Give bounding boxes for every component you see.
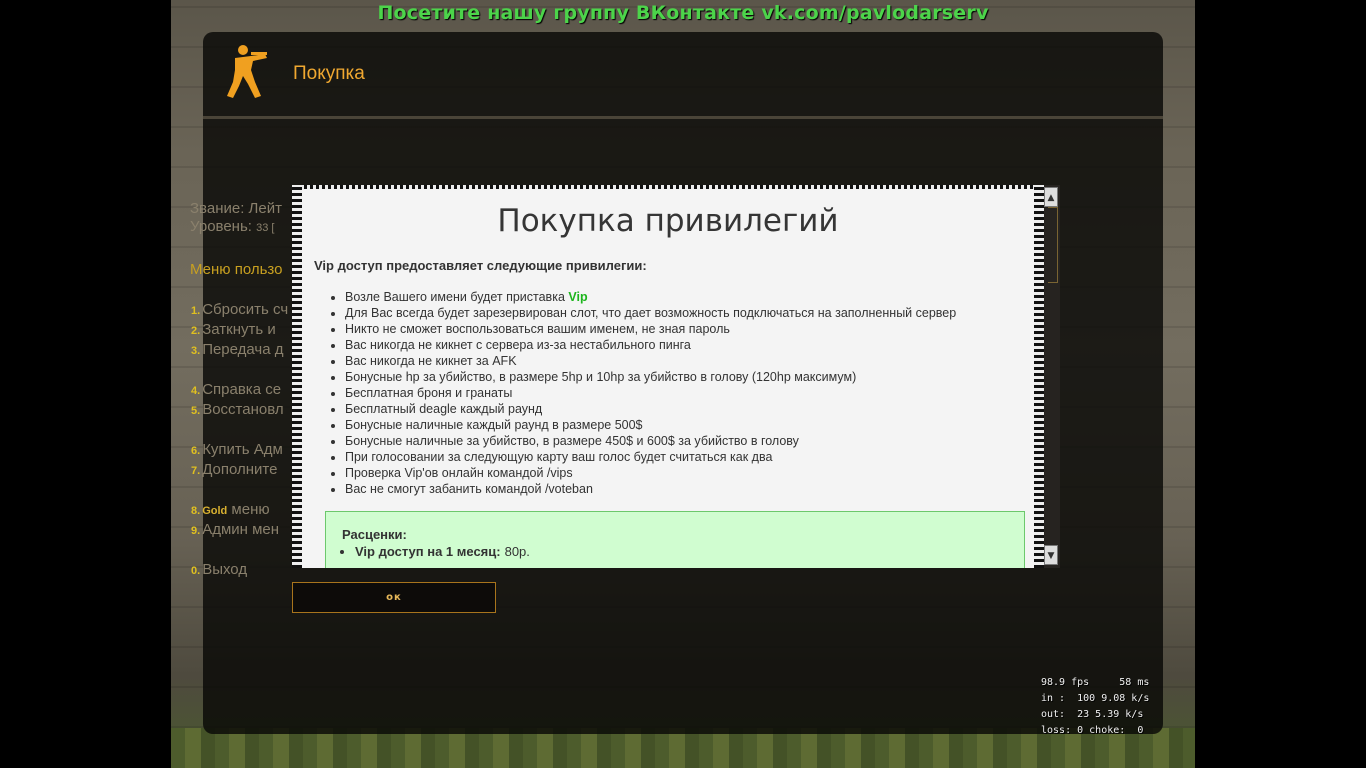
list-item: Вас никогда не кикнет за AFK [345,353,956,369]
list-item: Никто не сможет воспользоваться вашим им… [345,321,956,337]
list-item: Бесплатный deagle каждый раунд [345,401,956,417]
privileges-list: Возле Вашего имени будет приставка Vip Д… [318,289,956,497]
panel-divider [203,116,1163,119]
player-rank: Звание: Лейт [190,200,282,217]
list-item: Бесплатная броня и гранаты [345,385,956,401]
player-level-label: Уровень: [190,218,252,235]
net-loss-choke: loss: 0 choke: 0 [1041,725,1144,736]
prices-list: Vip доступ на 1 месяц:80р. [342,544,1008,559]
ok-button[interactable]: ок [292,582,496,613]
list-item: Возле Вашего имени будет приставка Vip [345,289,956,305]
dialog-border-right [1034,185,1044,568]
counter-strike-soldier-icon [227,45,267,98]
list-item: Проверка Vip'ов онлайн командой /vips [345,465,956,481]
net-fps-ping: 98.9 fps 58 ms [1041,677,1150,688]
menu-item-admin-menu[interactable]: 9. Админ мен [191,521,279,538]
menu-item-server-help[interactable]: 4. Справка се [191,381,281,398]
list-item: При голосовании за следующую карту ваш г… [345,449,956,465]
server-banner: Посетите нашу группу ВКонтакте vk.com/pa… [377,2,989,24]
net-graph: 98.9 fps 58 ms in : 100 9.08 k/s out: 23 5… [1041,675,1149,739]
user-menu-header: Меню пользо [190,261,283,278]
list-item: Вас не смогут забанить командой /voteban [345,481,956,497]
player-stats: Звание: Лейт Уровень: 33 [ [190,200,282,237]
net-out: out: 23 5.39 k/s [1041,709,1144,720]
menu-item-transfer[interactable]: 3. Передача д [191,341,284,358]
menu-item-restore[interactable]: 5. Восстановл [191,401,284,418]
list-item: Вас никогда не кикнет с сервера из-за не… [345,337,956,353]
menu-item-exit[interactable]: 0. Выход [191,561,247,578]
list-item: Бонусные hp за убийство, в размере 5hp и… [345,369,956,385]
prices-box: Расценки: Vip доступ на 1 месяц:80р. [325,511,1025,568]
list-item: Бонусные наличные за убийство, в размере… [345,433,956,449]
dialog-border-left [292,185,302,568]
privileges-dialog: Покупка привилегий Vip доступ предоставл… [292,185,1060,568]
menu-item-buy-admin[interactable]: 6. Купить Адм [191,441,283,458]
menu-item-additional[interactable]: 7. Дополните [191,461,277,478]
arrow-up-icon[interactable]: ▲ [1044,187,1058,207]
menu-item-gold-menu[interactable]: 8. Gold меню [191,501,270,518]
dialog-scrollbar[interactable]: ▲ ▼ [1044,185,1060,568]
dialog-title: Покупка привилегий [497,203,839,239]
player-level: Уровень: 33 [ [190,218,282,237]
price-item: Vip доступ на 1 месяц:80р. [355,544,1008,559]
dialog-content[interactable]: Покупка привилегий Vip доступ предоставл… [302,189,1034,568]
player-level-value: 33 [ [256,222,275,234]
list-item: Для Вас всегда будет зарезервирован слот… [345,305,956,321]
menu-item-mute[interactable]: 2. Заткнуть и [191,321,276,338]
privileges-intro: Vip доступ предоставляет следующие приви… [314,258,647,273]
list-item: Бонусные наличные каждый раунд в размере… [345,417,956,433]
arrow-down-icon[interactable]: ▼ [1044,545,1058,565]
net-in: in : 100 9.08 k/s [1041,693,1150,704]
menu-item-reset-stats[interactable]: 1. Сбросить сч [191,301,288,318]
scrollbar-thumb[interactable] [1048,207,1058,283]
game-screen: Посетите нашу группу ВКонтакте vk.com/pa… [0,0,1366,768]
panel-title: Покупка [293,63,365,84]
prices-title: Расценки: [342,527,407,542]
vip-tag: Vip [568,290,588,304]
